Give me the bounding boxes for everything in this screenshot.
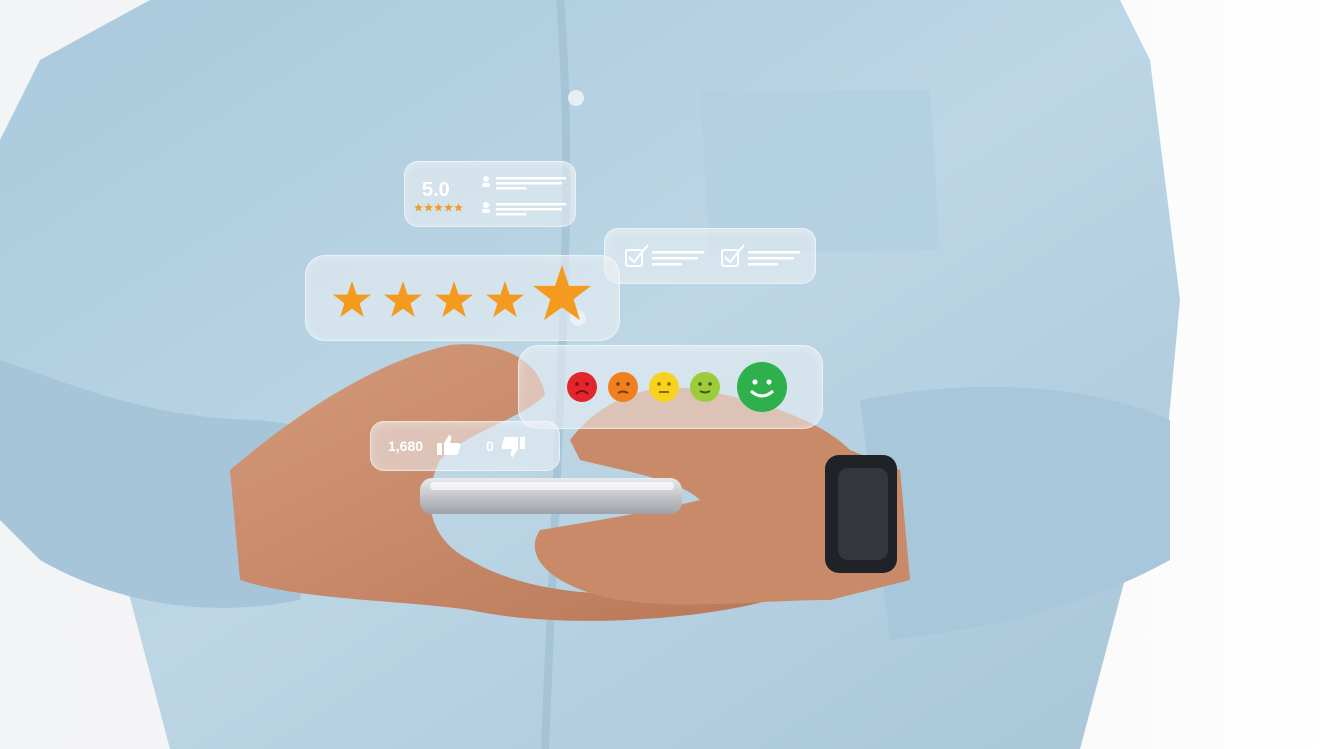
mini-stars-icon [414,203,463,212]
sad-face-icon [608,372,638,402]
thumbs-up-icon [437,435,461,455]
star-icon [384,281,422,318]
star-rating-card [305,255,620,341]
star-icon [333,281,371,318]
thumbs-down-icon [501,437,525,457]
star-icon [533,265,591,321]
votes-card: 1,680 0 [370,421,560,471]
checkbox-icon [625,244,704,267]
happy-face-icon [737,362,787,412]
rating-value: 5.0 [422,179,450,201]
likes-count: 1,680 [388,438,424,454]
feedback-faces-card [518,345,823,429]
photo-scene: 5.0 1,680 0 [0,0,1333,749]
right-sleeve [860,386,1170,640]
neutral-face-icon [649,372,679,402]
dislikes-count: 0 [486,438,494,454]
star-icon [486,281,524,318]
slight-smile-face-icon [690,372,720,402]
star-icon [435,281,473,318]
checklist-card [604,228,816,284]
rating-summary-card: 5.0 [404,161,576,227]
very-sad-face-icon [567,372,597,402]
checkbox-icon [721,244,800,267]
review-lines-icon [482,176,566,216]
